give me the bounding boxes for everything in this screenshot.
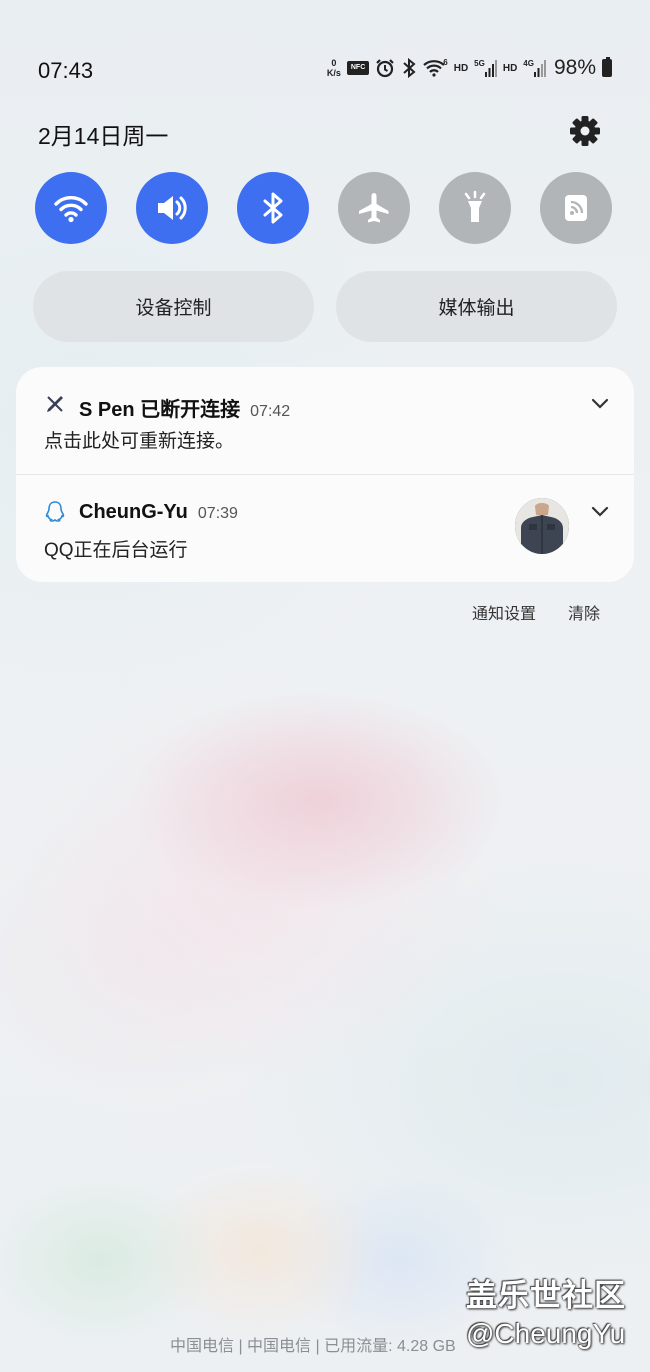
notification-card: S Pen 已断开连接 07:42 点击此处可重新连接。 CheunG-Yu 07:… bbox=[16, 367, 634, 582]
nfc-toggle[interactable] bbox=[540, 172, 612, 244]
speaker-icon bbox=[158, 196, 187, 220]
bluetooth-icon bbox=[401, 58, 417, 78]
flashlight-icon bbox=[464, 190, 486, 222]
device-control-button[interactable]: 设备控制 bbox=[33, 271, 314, 342]
notification-title: CheunG-Yu 07:39 bbox=[79, 501, 238, 524]
network-speed: 0 K/s bbox=[327, 58, 341, 78]
airplane-icon bbox=[359, 193, 389, 223]
settings-gear-icon[interactable] bbox=[568, 114, 602, 148]
network-type-1: 5G bbox=[474, 58, 485, 68]
hd-label-2: HD bbox=[502, 62, 518, 74]
notification-actions: 通知设置 清除 bbox=[472, 600, 600, 624]
sound-toggle[interactable] bbox=[136, 172, 208, 244]
status-icons: 0 K/s NFC 6 HD 5G HD 4G 98% bbox=[327, 56, 612, 80]
carrier-info: 中国电信 | 中国电信 | 已用流量: 4.28 GB bbox=[170, 1338, 456, 1355]
qq-icon bbox=[43, 500, 67, 524]
notification-title-text: CheunG-Yu bbox=[79, 501, 188, 523]
quick-toggles bbox=[35, 172, 615, 244]
signal-icon-2: 4G bbox=[523, 59, 546, 77]
watermark-title: 盖乐世社区 bbox=[466, 1278, 626, 1313]
battery-percent: 98% bbox=[553, 56, 596, 79]
wifi-toggle[interactable] bbox=[35, 172, 107, 244]
bluetooth-toggle[interactable] bbox=[237, 172, 309, 244]
wifi-icon bbox=[54, 196, 88, 223]
network-type-2: 4G bbox=[523, 58, 534, 68]
notification-title: S Pen 已断开连接 07:42 bbox=[79, 393, 290, 422]
network-speed-unit: K/s bbox=[326, 68, 341, 78]
wifi-generation: 6 bbox=[443, 57, 448, 67]
notification-body: QQ正在后台运行 bbox=[44, 540, 188, 561]
notification-time: 07:39 bbox=[197, 505, 238, 522]
date-label: 2月14日周一 bbox=[38, 123, 169, 149]
status-time: 07:43 bbox=[38, 58, 94, 83]
flashlight-toggle[interactable] bbox=[439, 172, 511, 244]
nfc-icon: NFC bbox=[346, 61, 370, 75]
network-speed-value: 0 bbox=[331, 58, 337, 68]
notification-title-text: S Pen 已断开连接 bbox=[79, 399, 241, 421]
bluetooth-icon bbox=[263, 192, 283, 224]
contact-avatar bbox=[515, 498, 569, 554]
clear-notifications-button[interactable]: 清除 bbox=[568, 600, 600, 624]
expand-chevron-icon[interactable] bbox=[591, 505, 609, 517]
notification-settings-button[interactable]: 通知设置 bbox=[472, 600, 536, 624]
notification-time: 07:42 bbox=[250, 403, 291, 420]
nfc-icon bbox=[565, 195, 587, 221]
signal-icon: 5G bbox=[474, 59, 497, 77]
notification-body: 点击此处可重新连接。 bbox=[44, 431, 235, 452]
s-pen-icon bbox=[43, 392, 67, 416]
notification-qq[interactable]: CheunG-Yu 07:39 QQ正在后台运行 bbox=[16, 475, 634, 582]
alarm-icon bbox=[375, 58, 395, 78]
battery-icon bbox=[602, 57, 612, 77]
hd-label-1: HD bbox=[453, 62, 469, 74]
airplane-mode-toggle[interactable] bbox=[338, 172, 410, 244]
wifi-icon: 6 bbox=[423, 57, 448, 78]
notification-s-pen[interactable]: S Pen 已断开连接 07:42 点击此处可重新连接。 bbox=[16, 367, 634, 474]
watermark-handle: @CheungYu bbox=[466, 1318, 626, 1349]
expand-chevron-icon[interactable] bbox=[591, 397, 609, 409]
media-output-button[interactable]: 媒体输出 bbox=[336, 271, 617, 342]
